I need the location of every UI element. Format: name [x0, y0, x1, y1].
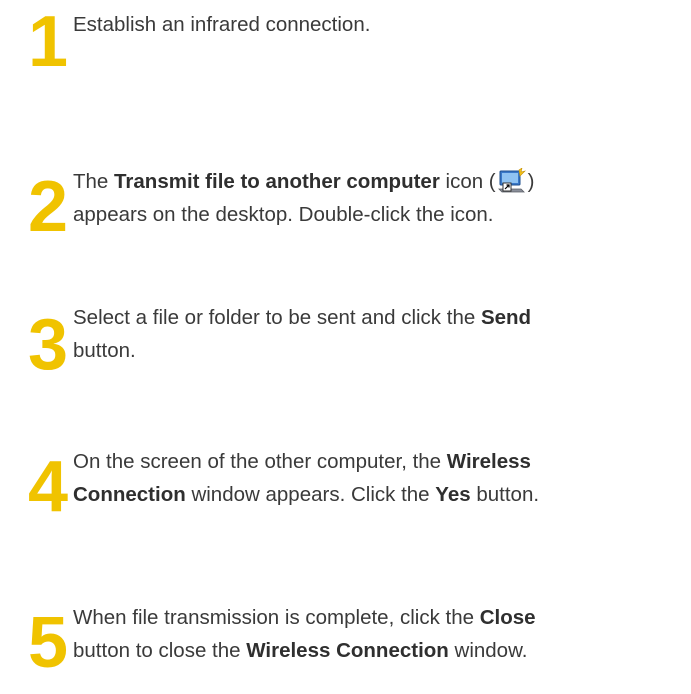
step-2-text-b: icon ( — [439, 170, 496, 193]
step-5-text-c: window. — [448, 639, 528, 662]
step-number: 1 — [28, 2, 68, 82]
step-number: 5 — [28, 603, 68, 683]
step-1: 1 Establish an infrared connection. — [0, 6, 691, 86]
step-3-text-a: Select a file or folder to be sent and c… — [73, 306, 481, 329]
step-4-bold-wireless: Wireless — [446, 450, 531, 473]
step-1-text: Establish an infrared connection. — [73, 13, 371, 36]
step-4-text-c: button. — [470, 483, 540, 506]
step-4: 4 On the screen of the other computer, t… — [0, 445, 691, 525]
transmit-file-computer-icon — [497, 167, 527, 194]
step-5-bold-close: Close — [479, 606, 536, 629]
step-5-text-b: button to close the — [73, 639, 247, 662]
step-number: 3 — [28, 305, 68, 385]
step-text: Select a file or folder to be sent and c… — [73, 301, 683, 367]
step-text: The Transmit file to another computer ic… — [73, 165, 683, 231]
step-3-text-b: button. — [73, 339, 136, 362]
step-4-text-a: On the screen of the other computer, the — [73, 450, 447, 473]
step-text: On the screen of the other computer, the… — [73, 445, 683, 511]
step-4-bold-connection: Connection — [73, 483, 186, 506]
step-number: 2 — [28, 167, 68, 247]
step-4-bold-yes: Yes — [435, 483, 471, 506]
step-text: When file transmission is complete, clic… — [73, 601, 683, 667]
step-5-bold-wireless-connection: Wireless Connection — [246, 639, 449, 662]
step-2-text-d: appears on the desktop. Double-click the… — [73, 203, 494, 226]
step-2-text-a: The — [73, 170, 115, 193]
step-text: Establish an infrared connection. — [73, 8, 683, 41]
step-2-text-c: ) — [527, 170, 535, 193]
step-3: 3 Select a file or folder to be sent and… — [0, 301, 691, 381]
step-2-bold-transmit: Transmit file to another computer — [114, 170, 440, 193]
step-number: 4 — [28, 447, 68, 527]
step-4-text-b: window appears. Click the — [185, 483, 436, 506]
step-5-text-a: When file transmission is complete, clic… — [73, 606, 480, 629]
step-3-bold-send: Send — [480, 306, 532, 329]
step-2: 2 The Transmit file to another computer … — [0, 165, 691, 245]
step-5: 5 When file transmission is complete, cl… — [0, 601, 691, 681]
